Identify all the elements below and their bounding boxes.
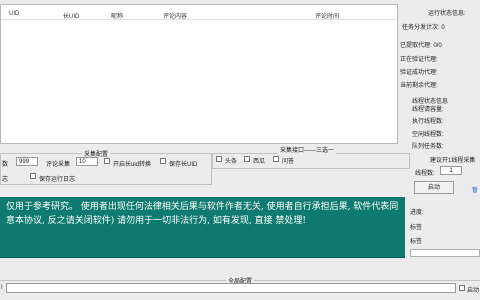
threads-label: 线程数: xyxy=(415,171,435,177)
save-longuid-label: 保存长UID xyxy=(169,162,198,168)
comment-collect-label: 评论采集 xyxy=(46,162,71,168)
task-total: 任务分发计次: 0 xyxy=(402,25,445,31)
count-input[interactable]: 999 xyxy=(16,157,38,166)
col-uid[interactable]: UID xyxy=(9,11,19,17)
checkbox-box[interactable] xyxy=(244,156,250,162)
xigua-checkbox[interactable] xyxy=(244,156,250,163)
interface-legend: 采集接口——三选一 xyxy=(278,145,337,154)
comment-collect-input[interactable]: 10 xyxy=(76,157,98,166)
proxy-verifying: 正在验证代理: xyxy=(400,57,438,63)
xigua-label: 西瓜 xyxy=(253,159,266,165)
threads-queue: 队列任务数: xyxy=(412,144,444,150)
threads-running: 执行线程数: xyxy=(412,119,444,125)
status-title: 运行状态信息: xyxy=(428,11,466,17)
proxy-taken: 已提取代理: 0/0 xyxy=(400,43,442,49)
longuid-label: 开启长uid转换 xyxy=(113,162,152,168)
checkbox-box[interactable] xyxy=(30,173,36,179)
progress-label: 进度: xyxy=(410,210,424,216)
col-nickname[interactable]: 昵称 xyxy=(111,11,123,20)
col-comment[interactable]: 评论内容 xyxy=(163,11,187,20)
progress-bar xyxy=(410,249,480,257)
col-time[interactable]: 评论时间 xyxy=(315,11,339,20)
toutiao-checkbox[interactable] xyxy=(216,156,222,163)
global-config-group: 全局配置 I 启动 xyxy=(0,276,480,300)
checkbox-box[interactable] xyxy=(104,158,110,164)
status-panel: 运行状态信息: 任务分发计次: 0 已提取代理: 0/0 正在验证代理: 验证成… xyxy=(400,4,480,154)
save-log-label: 保存运行日志 xyxy=(39,177,76,183)
tag-label-1: 标签 xyxy=(410,225,423,231)
wenda-label: 问答 xyxy=(282,159,295,165)
proxy-verified: 验证成功代理: xyxy=(400,70,438,76)
log-label: 志 xyxy=(2,177,9,183)
col-long-uid[interactable]: 长UID xyxy=(63,11,79,20)
tag-label-2: 标签 xyxy=(410,239,423,245)
save-longuid-checkbox[interactable] xyxy=(160,158,166,165)
checkbox-box[interactable] xyxy=(273,156,279,162)
wenda-checkbox[interactable] xyxy=(273,156,279,163)
checkbox-box[interactable] xyxy=(459,285,465,291)
autorun-label: 启动 xyxy=(467,288,480,294)
checkbox-box[interactable] xyxy=(160,158,166,164)
global-config-input[interactable] xyxy=(6,283,456,293)
global-field-label: I xyxy=(1,285,3,291)
longuid-checkbox[interactable] xyxy=(104,158,110,165)
interface-group xyxy=(212,153,410,169)
toutiao-label: 头条 xyxy=(225,159,238,165)
threads-input[interactable]: 1 xyxy=(440,166,462,175)
disclaimer-banner: 仅用于参考研究。 使用者出现任何法律相关后果与软件作者无关, 使用者自行承担后果… xyxy=(0,197,405,258)
comment-table[interactable]: UID 长UID 昵称 评论内容 评论时间 xyxy=(0,4,398,144)
checkbox-box[interactable] xyxy=(216,156,222,162)
count-label: 数 xyxy=(2,162,9,168)
threads-idle: 空闲线程数: xyxy=(412,132,444,138)
threads-requesting: 线程请容量: xyxy=(412,107,444,113)
save-log-checkbox[interactable] xyxy=(30,173,36,180)
thread-advice: 建议开1线程采集 xyxy=(430,158,476,164)
table-header: UID 长UID 昵称 评论内容 评论时间 xyxy=(1,7,397,20)
start-button[interactable]: 启动 xyxy=(414,181,454,194)
proxy-remaining: 当前剩余代理: xyxy=(400,83,438,89)
autorun-checkbox[interactable] xyxy=(459,285,465,292)
pause-button[interactable]: 暂 xyxy=(472,185,478,194)
disclaimer-text: 仅用于参考研究。 使用者出现任何法律相关后果与软件作者无关, 使用者自行承担后果… xyxy=(6,202,399,226)
